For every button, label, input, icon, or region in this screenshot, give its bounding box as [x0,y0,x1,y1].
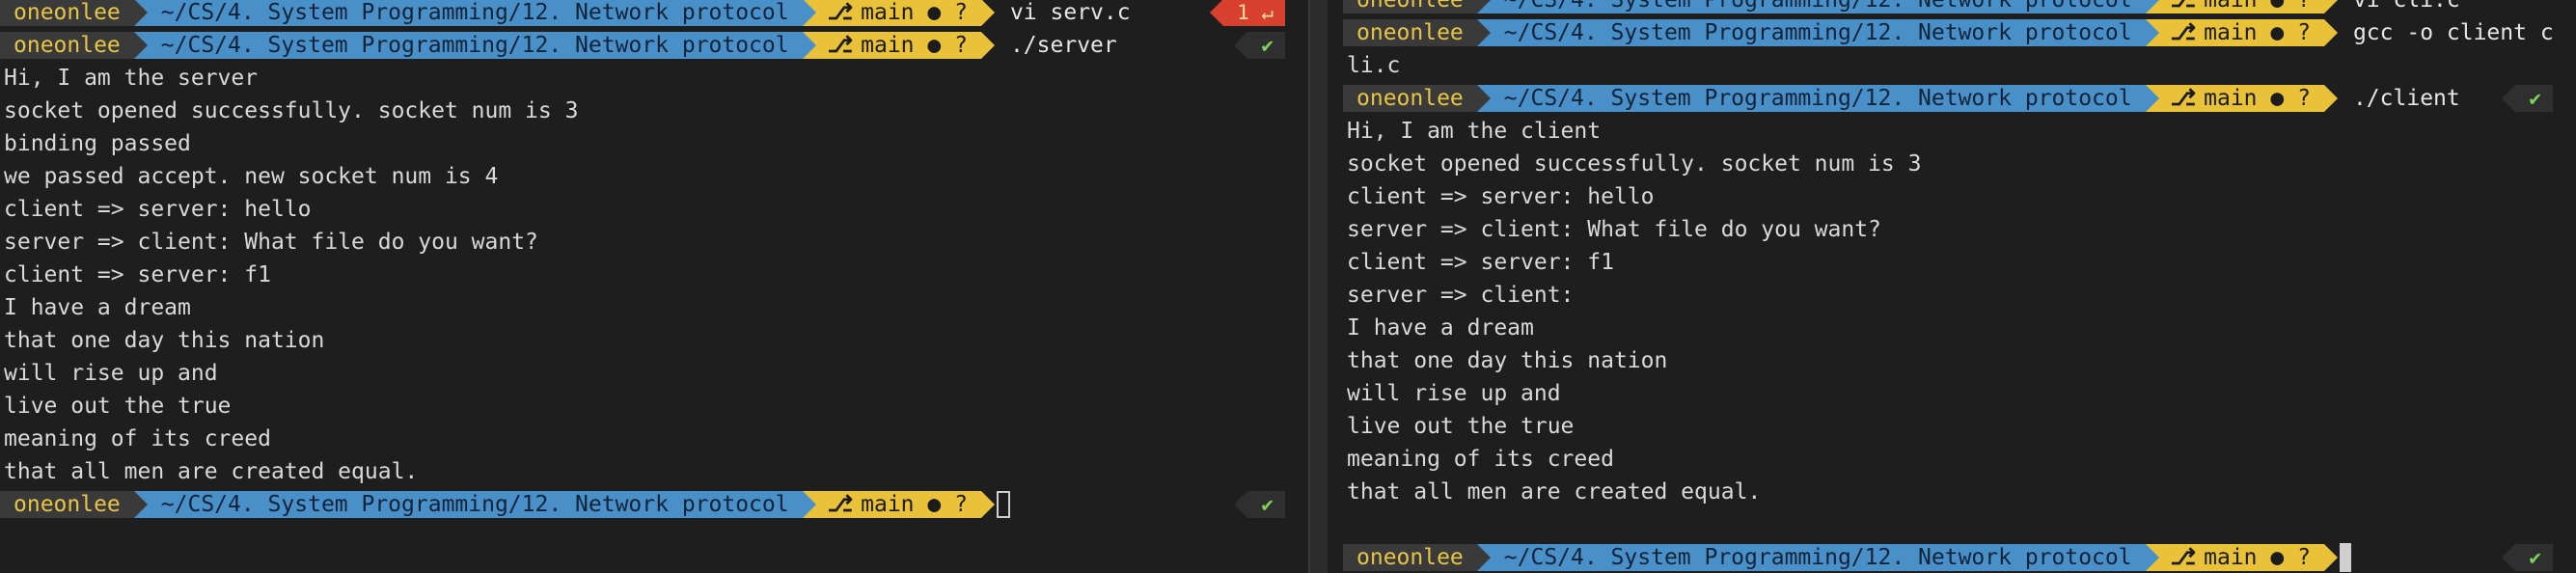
output-line: live out the true [1347,414,1575,439]
prompt-git: ⎇ main ● ? [2145,0,2339,14]
git-branch: main [2204,86,2258,111]
git-untracked-indicator: ? [2297,545,2311,570]
active-prompt-line[interactable]: oneonlee ~/CS/4. System Programming/12. … [1328,541,2576,573]
branch-icon: ⎇ [2170,0,2197,13]
output-line: client => server: hello [1347,184,1655,209]
git-untracked-indicator: ? [2297,0,2311,13]
git-untracked-indicator: ? [954,0,968,25]
prompt-git: ⎇ main ● ? [802,491,996,518]
left-terminal-pane[interactable]: oneonlee ~/CS/4. System Programming/12. … [0,0,1308,573]
right-terminal-pane[interactable]: oneonlee ~/CS/4. System Programming/12. … [1328,0,2576,573]
output-line: socket opened successfully. socket num i… [4,98,579,123]
prompt-user: oneonlee [1343,0,1491,14]
git-dirty-indicator: ● [2270,86,2285,111]
command-wrap-line: li.c [1347,53,1401,78]
git-dirty-indicator: ● [2270,0,2285,13]
prompt-user: oneonlee [1343,19,1491,46]
git-dirty-indicator: ● [2270,545,2285,570]
output-line: I have a dream [4,295,191,320]
output-line: will rise up and [4,361,218,386]
prompt-line: oneonlee ~/CS/4. System Programming/12. … [0,29,1308,62]
branch-icon: ⎇ [827,492,854,517]
branch-icon: ⎇ [827,33,854,58]
command-text: vi cli.c [2352,0,2460,13]
branch-icon: ⎇ [2170,86,2197,111]
exit-status-ok-badge: ✔ [2502,544,2553,571]
prompt-user: oneonlee [0,0,148,26]
prompt-path: ~/CS/4. System Programming/12. Network p… [1476,85,2159,112]
prompt-git: ⎇ main ● ? [802,32,996,59]
output-line: that one day this nation [1347,348,1668,373]
git-dirty-indicator: ● [927,0,942,25]
output-line: client => server: hello [4,197,312,222]
output-line: live out the true [4,394,232,419]
text-cursor[interactable] [996,491,1010,518]
git-untracked-indicator: ? [954,492,968,517]
prompt-user: oneonlee [1343,85,1491,112]
output-line: we passed accept. new socket num is 4 [4,164,499,189]
exit-status-error-badge: 1 ↵ [1210,0,1285,26]
git-dirty-indicator: ● [2270,20,2285,45]
git-branch: main [2204,0,2258,13]
prompt-line: oneonlee ~/CS/4. System Programming/12. … [1328,82,2576,115]
output-line: socket opened successfully. socket num i… [1347,151,1922,177]
output-line: I have a dream [1347,315,1534,341]
git-branch: main [861,0,915,25]
prompt-path: ~/CS/4. System Programming/12. Network p… [133,491,816,518]
prompt-user: oneonlee [0,32,148,59]
prompt-user: oneonlee [0,491,148,518]
prompt-git: ⎇ main ● ? [802,0,996,26]
git-dirty-indicator: ● [927,33,942,58]
pane-divider[interactable] [1308,0,1328,573]
git-branch: main [861,33,915,58]
prompt-path: ~/CS/4. System Programming/12. Network p… [1476,19,2159,46]
prompt-line: oneonlee ~/CS/4. System Programming/12. … [1328,16,2576,49]
prompt-git: ⎇ main ● ? [2145,544,2339,571]
prompt-line: oneonlee ~/CS/4. System Programming/12. … [1328,0,2576,16]
git-untracked-indicator: ? [954,33,968,58]
output-line: client => server: f1 [4,262,271,287]
output-line: that all men are created equal. [1347,479,1762,505]
git-dirty-indicator: ● [927,492,942,517]
output-line: meaning of its creed [1347,447,1614,472]
git-branch: main [2204,545,2258,570]
exit-status-ok-badge: ✔ [1234,32,1285,59]
prompt-path: ~/CS/4. System Programming/12. Network p… [133,32,816,59]
active-prompt-line[interactable]: oneonlee ~/CS/4. System Programming/12. … [0,488,1308,521]
output-line: that one day this nation [4,328,325,353]
prompt-path: ~/CS/4. System Programming/12. Network p… [1476,0,2159,14]
exit-status-ok-badge: ✔ [2502,85,2553,112]
command-text: ./client [2352,86,2460,111]
output-line: Hi, I am the client [1347,119,1602,144]
prompt-path: ~/CS/4. System Programming/12. Network p… [1476,544,2159,571]
prompt-path: ~/CS/4. System Programming/12. Network p… [133,0,816,26]
text-cursor[interactable] [2339,543,2351,572]
branch-icon: ⎇ [827,0,854,25]
output-line: server => client: [1347,283,1575,308]
git-untracked-indicator: ? [2297,86,2311,111]
prompt-line: oneonlee ~/CS/4. System Programming/12. … [0,0,1308,29]
output-line: server => client: What file do you want? [1347,217,1881,242]
git-untracked-indicator: ? [2297,20,2311,45]
output-line: binding passed [4,131,191,156]
command-text: vi serv.c [1009,0,1131,25]
output-line: will rise up and [1347,381,1561,406]
prompt-git: ⎇ main ● ? [2145,85,2339,112]
output-line: meaning of its creed [4,426,271,451]
output-line: client => server: f1 [1347,250,1614,275]
git-branch: main [2204,20,2258,45]
git-branch: main [861,492,915,517]
branch-icon: ⎇ [2170,20,2197,45]
command-text: gcc -o client c [2352,20,2554,45]
output-line: that all men are created equal. [4,459,419,484]
terminal-window: oneonlee ~/CS/4. System Programming/12. … [0,0,2576,573]
output-line: Hi, I am the server [4,66,259,91]
branch-icon: ⎇ [2170,545,2197,570]
prompt-git: ⎇ main ● ? [2145,19,2339,46]
output-line: server => client: What file do you want? [4,230,538,255]
exit-status-ok-badge: ✔ [1234,491,1285,518]
command-text: ./server [1009,33,1117,58]
prompt-user: oneonlee [1343,544,1491,571]
